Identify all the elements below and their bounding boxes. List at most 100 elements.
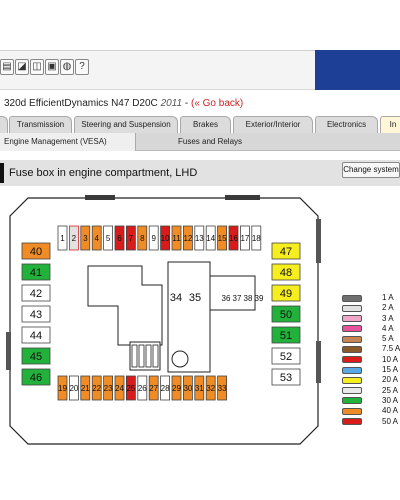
fuse-6[interactable]: 6	[114, 225, 125, 251]
fuse-44[interactable]: 44	[21, 326, 51, 344]
fuse-4[interactable]: 4	[91, 225, 102, 251]
fuse-number: 24	[115, 384, 124, 393]
legend-label: 7.5 A	[382, 344, 400, 354]
toolbar-icon-d[interactable]: ▣	[45, 59, 59, 75]
fuse-21[interactable]: 21	[80, 375, 90, 401]
fuse-number: 17	[240, 234, 249, 243]
fuse-number: 13	[195, 234, 204, 243]
fuse-48[interactable]: 48	[271, 263, 301, 281]
fuse-18[interactable]: 18	[251, 225, 261, 251]
help-icon[interactable]: ?	[75, 59, 89, 75]
relay-pin	[131, 344, 138, 368]
fuse-46[interactable]: 46	[21, 368, 51, 386]
toolbar-icon-b[interactable]: ◪	[15, 59, 29, 75]
fuse-19[interactable]: 19	[57, 375, 67, 401]
fuse-9[interactable]: 9	[148, 225, 159, 251]
fuse-5[interactable]: 5	[103, 225, 113, 251]
fuse-number: 23	[104, 384, 113, 393]
fuse-rating-legend: 1 A2 A3 A4 A5 A 7.5 A 10 A 15 A 20 A 25 A 30 A…	[340, 293, 400, 427]
fuse-7[interactable]: 7	[126, 225, 136, 251]
relay-label-37: 37	[233, 294, 242, 303]
fuse-33[interactable]: 33	[217, 375, 227, 401]
tab-brakes[interactable]: Brakes	[180, 116, 231, 133]
fuse-29[interactable]: 29	[171, 375, 181, 401]
tab-transmission[interactable]: Transmission	[9, 116, 72, 133]
legend-row: 50 A	[340, 417, 400, 427]
fuse-16[interactable]: 16	[228, 225, 238, 251]
legend-swatch	[342, 325, 362, 333]
relay-label-34: 34	[170, 292, 182, 304]
toolbar-icon-a[interactable]: ▤	[0, 59, 14, 75]
fuse-number: 42	[30, 288, 42, 300]
tab-partial[interactable]	[0, 116, 8, 133]
fuse-number: 53	[280, 372, 292, 384]
fuse-27[interactable]: 27	[148, 375, 159, 401]
fuse-31[interactable]: 31	[194, 375, 204, 401]
legend-swatch	[342, 304, 362, 312]
fuse-42[interactable]: 42	[21, 284, 51, 302]
fuse-32[interactable]: 32	[205, 375, 216, 401]
legend-row: 40 A	[340, 406, 400, 416]
relay-label-35: 35	[189, 292, 201, 304]
subtab-fuses-relays[interactable]: Fuses and Relays	[178, 133, 258, 151]
fuse-2[interactable]: 2	[69, 225, 79, 251]
fuse-number: 10	[161, 234, 170, 243]
fuse-23[interactable]: 23	[103, 375, 113, 401]
legend-label: 25 A	[382, 385, 399, 395]
tab-steering-suspension[interactable]: Steering and Suspension	[74, 116, 178, 133]
fuse-30[interactable]: 30	[182, 375, 193, 401]
fuse-3[interactable]: 3	[80, 225, 91, 251]
fuse-number: 50	[280, 309, 292, 321]
subtabs: Engine Management (VESA) Fuses and Relay…	[0, 133, 400, 151]
fuse-12[interactable]: 12	[182, 225, 193, 251]
fuse-25[interactable]: 25	[126, 375, 136, 401]
fuse-10[interactable]: 10	[160, 225, 170, 251]
fuse-47[interactable]: 47	[271, 242, 301, 260]
legend-swatch	[342, 294, 362, 302]
fuse-20[interactable]: 20	[69, 375, 79, 401]
fuse-14[interactable]: 14	[205, 225, 216, 251]
subtab-engine-management[interactable]: Engine Management (VESA)	[0, 133, 136, 151]
fuse-1[interactable]: 1	[57, 225, 68, 251]
legend-row: 30 A	[340, 396, 400, 406]
fuse-40[interactable]: 40	[21, 242, 51, 260]
fuse-15[interactable]: 15	[217, 225, 227, 251]
tab-exterior-interior[interactable]: Exterior/Interior	[233, 116, 313, 133]
fuse-number: 45	[30, 351, 42, 363]
fuse-13[interactable]: 13	[194, 225, 204, 251]
fuse-50[interactable]: 50	[271, 305, 301, 323]
fuse-8[interactable]: 8	[137, 225, 148, 251]
toolbar-icon-e[interactable]: ◍	[60, 59, 74, 75]
fuse-17[interactable]: 17	[239, 225, 250, 251]
fuse-41[interactable]: 41	[21, 263, 51, 281]
fuse-number: 29	[172, 384, 181, 393]
relay-pin	[145, 344, 152, 368]
mount-tab-left	[6, 332, 11, 370]
fuse-26[interactable]: 26	[137, 375, 147, 401]
fuse-49[interactable]: 49	[271, 284, 301, 302]
fuse-52[interactable]: 52	[271, 347, 301, 365]
legend-swatch	[342, 387, 362, 395]
tab-in[interactable]: In	[380, 116, 400, 133]
fuse-number: 9	[151, 234, 156, 243]
fuse-51[interactable]: 51	[271, 326, 301, 344]
relay-pin	[138, 344, 145, 368]
go-back-link[interactable]: (« Go back)	[191, 98, 243, 109]
legend-row: 25 A	[340, 386, 400, 396]
fuse-22[interactable]: 22	[91, 375, 102, 401]
fuse-28[interactable]: 28	[160, 375, 170, 401]
fuse-number: 8	[140, 234, 145, 243]
toolbar-icon-c[interactable]: ◫	[30, 59, 44, 75]
change-system-button[interactable]: Change system	[342, 162, 400, 178]
fuse-45[interactable]: 45	[21, 347, 51, 365]
fuse-24[interactable]: 24	[114, 375, 124, 401]
fuse-number: 14	[206, 234, 215, 243]
relay-pin	[152, 344, 159, 368]
fuse-11[interactable]: 11	[171, 225, 182, 251]
fuse-number: 15	[218, 234, 227, 243]
fuse-number: 3	[83, 234, 88, 243]
legend-row: 10 A	[340, 355, 400, 365]
fuse-53[interactable]: 53	[271, 368, 301, 386]
tab-electronics[interactable]: Electronics	[315, 116, 378, 133]
fuse-43[interactable]: 43	[21, 305, 51, 323]
